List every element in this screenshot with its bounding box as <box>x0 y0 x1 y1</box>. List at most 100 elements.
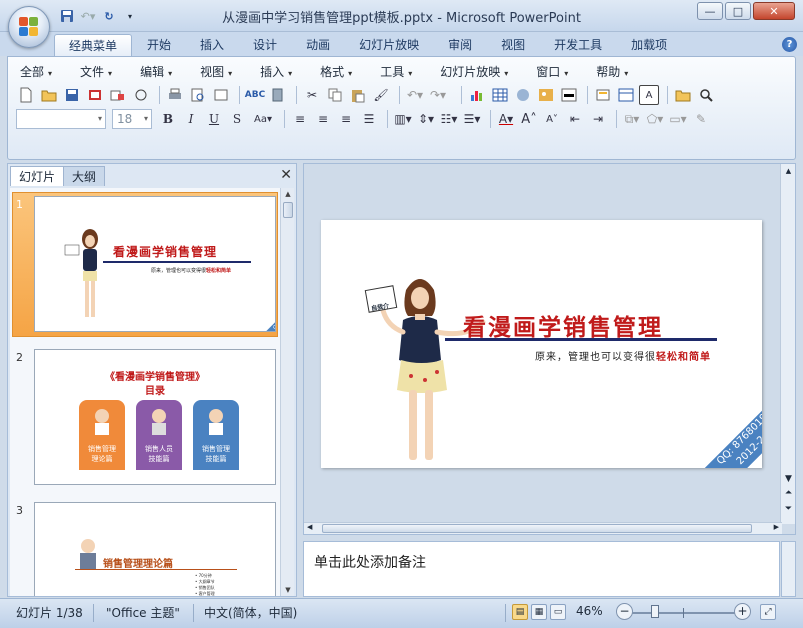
cut-icon[interactable]: ✂ <box>302 85 322 105</box>
tab-outline[interactable]: 大纲 <box>63 166 106 186</box>
paste-icon[interactable] <box>348 85 368 105</box>
current-slide[interactable]: 自我介 看漫画学销售管理 原来，管理也可以变得很轻松和简单 QQ: 876801… <box>321 220 762 468</box>
next-slide-icon[interactable]: ⏷ <box>781 504 796 518</box>
menu-item-9[interactable]: 帮助 ▾ <box>592 63 640 81</box>
justify-icon[interactable]: ☰ <box>359 109 379 129</box>
find-icon[interactable] <box>696 85 716 105</box>
menu-item-3[interactable]: 视图 ▾ <box>196 63 244 81</box>
slide-thumbnail-1[interactable]: 看漫画学销售管理 原来，管理也可以变得很轻松和简单 QQ: 8768019602… <box>34 196 276 332</box>
copy-icon[interactable] <box>325 85 345 105</box>
tab-5[interactable]: 幻灯片放映 <box>345 34 433 56</box>
tab-4[interactable]: 动画 <box>292 34 344 56</box>
spelling-icon[interactable]: ABC <box>245 85 265 105</box>
scrollbar-thumb[interactable] <box>322 524 752 533</box>
tab-6[interactable]: 审阅 <box>434 34 486 56</box>
underline-icon[interactable]: U <box>204 109 224 129</box>
help-icon[interactable]: ? <box>782 37 797 52</box>
notes-scrollbar[interactable] <box>781 541 796 597</box>
zoom-slider-track[interactable] <box>632 612 736 614</box>
permission-icon[interactable] <box>85 85 105 105</box>
language-indicator[interactable]: 中文(简体，中国) <box>204 604 297 621</box>
align-right-icon[interactable]: ≡ <box>336 109 356 129</box>
menu-item-2[interactable]: 编辑 ▾ <box>136 63 184 81</box>
numbering-icon[interactable]: ☷▾ <box>439 109 459 129</box>
menu-item-7[interactable]: 幻灯片放映 ▾ <box>436 63 520 81</box>
slide-horizontal-scrollbar[interactable]: ◀ ▶ <box>304 522 782 534</box>
tab-0[interactable]: 经典菜单 <box>54 34 133 56</box>
columns-icon[interactable]: ▥▾ <box>393 109 413 129</box>
menu-item-8[interactable]: 窗口 ▾ <box>532 63 580 81</box>
minimize-button[interactable]: — <box>697 2 723 20</box>
publish-icon[interactable] <box>131 85 151 105</box>
insert-chart-icon[interactable] <box>467 85 487 105</box>
line-style-icon[interactable] <box>559 85 579 105</box>
fit-to-window-icon[interactable]: ⤢ <box>760 604 776 620</box>
zoom-slider-thumb[interactable] <box>651 605 659 618</box>
text-direction-icon[interactable]: ⇕▾ <box>416 109 436 129</box>
font-name-combo[interactable]: ▾ <box>16 109 106 129</box>
font-color-icon[interactable]: A▾ <box>496 109 516 129</box>
new-slide-icon[interactable] <box>593 85 613 105</box>
print-icon[interactable] <box>165 85 185 105</box>
scrollbar-thumb[interactable] <box>283 202 293 218</box>
tab-7[interactable]: 视图 <box>487 34 539 56</box>
tab-9[interactable]: 加载项 <box>617 34 681 56</box>
notes-pane[interactable]: 单击此处添加备注 <box>303 541 780 597</box>
scroll-right-icon[interactable]: ▶ <box>774 523 779 531</box>
folder-icon[interactable] <box>673 85 693 105</box>
format-painter-icon[interactable]: 🖌 <box>371 85 391 105</box>
research-icon[interactable] <box>268 85 288 105</box>
slide-layout-icon[interactable] <box>616 85 636 105</box>
tab-8[interactable]: 开发工具 <box>540 34 616 56</box>
new-icon[interactable] <box>16 85 36 105</box>
menu-item-5[interactable]: 格式 ▾ <box>316 63 364 81</box>
insert-picture-icon[interactable] <box>536 85 556 105</box>
arrange-icon[interactable]: ⧉▾ <box>622 109 642 129</box>
slide-thumbnail-2[interactable]: 《看漫画学销售管理》 目录 销售管理 理论篇 销售人员 技能篇 销售管理 技能篇 <box>34 349 276 485</box>
menu-item-4[interactable]: 插入 ▾ <box>256 63 304 81</box>
align-left-icon[interactable]: ≡ <box>290 109 310 129</box>
tab-1[interactable]: 开始 <box>133 34 185 56</box>
tab-slides[interactable]: 幻灯片 <box>10 166 65 186</box>
font-size-combo[interactable]: 18 ▾ <box>112 109 152 129</box>
insert-table-icon[interactable] <box>490 85 510 105</box>
scroll-left-icon[interactable]: ◀ <box>307 523 312 531</box>
office-button[interactable] <box>8 6 50 48</box>
print-preview-icon[interactable] <box>188 85 208 105</box>
shape-outline-icon[interactable]: ✎ <box>691 109 711 129</box>
change-case-icon[interactable]: Aa▾ <box>250 109 276 129</box>
slideshow-view-icon[interactable]: ▭ <box>550 604 566 620</box>
zoom-out-icon[interactable]: − <box>616 603 633 620</box>
shapes-icon[interactable]: ⬠▾ <box>645 109 665 129</box>
maximize-button[interactable]: □ <box>725 2 751 20</box>
scroll-down-icon[interactable]: ▼ <box>281 584 295 596</box>
bold-icon[interactable]: B <box>158 109 178 129</box>
theme-name[interactable]: "Office 主题" <box>106 604 180 621</box>
previous-slide-icon[interactable]: ⏶ <box>781 488 796 502</box>
zoom-in-icon[interactable]: + <box>734 603 751 620</box>
slide-vertical-scrollbar[interactable]: ▲ ▼ ⏶ ⏷ <box>780 164 795 524</box>
undo-icon[interactable]: ↶▾ <box>405 85 425 105</box>
menu-item-0[interactable]: 全部 ▾ <box>16 63 64 81</box>
decrease-indent-icon[interactable]: ⇤ <box>565 109 585 129</box>
open-icon[interactable] <box>39 85 59 105</box>
menu-item-1[interactable]: 文件 ▾ <box>76 63 124 81</box>
email-icon[interactable] <box>108 85 128 105</box>
normal-view-icon[interactable]: ▤ <box>512 604 528 620</box>
shape-fill-icon[interactable]: ▭▾ <box>668 109 688 129</box>
bullets-icon[interactable]: ☰▾ <box>462 109 482 129</box>
zoom-level[interactable]: 46% <box>576 604 603 618</box>
shadow-icon[interactable]: S <box>227 109 247 129</box>
slide-thumbnail-3[interactable]: 销售管理理论篇 • 70分钟 • 大纲章节 • 销售团队 • 客户管理 <box>34 502 276 596</box>
layout-icon[interactable] <box>211 85 231 105</box>
scroll-up-icon[interactable]: ▲ <box>781 164 796 178</box>
slide-sorter-view-icon[interactable]: ▦ <box>531 604 547 620</box>
close-panel-icon[interactable]: ✕ <box>280 167 292 183</box>
tab-3[interactable]: 设计 <box>239 34 291 56</box>
text-box-icon[interactable]: A <box>639 85 659 105</box>
insert-clipart-icon[interactable] <box>513 85 533 105</box>
scroll-up-icon[interactable]: ▲ <box>281 188 295 200</box>
align-center-icon[interactable]: ≡ <box>313 109 333 129</box>
decrease-font-icon[interactable]: A˅ <box>542 109 562 129</box>
increase-indent-icon[interactable]: ⇥ <box>588 109 608 129</box>
